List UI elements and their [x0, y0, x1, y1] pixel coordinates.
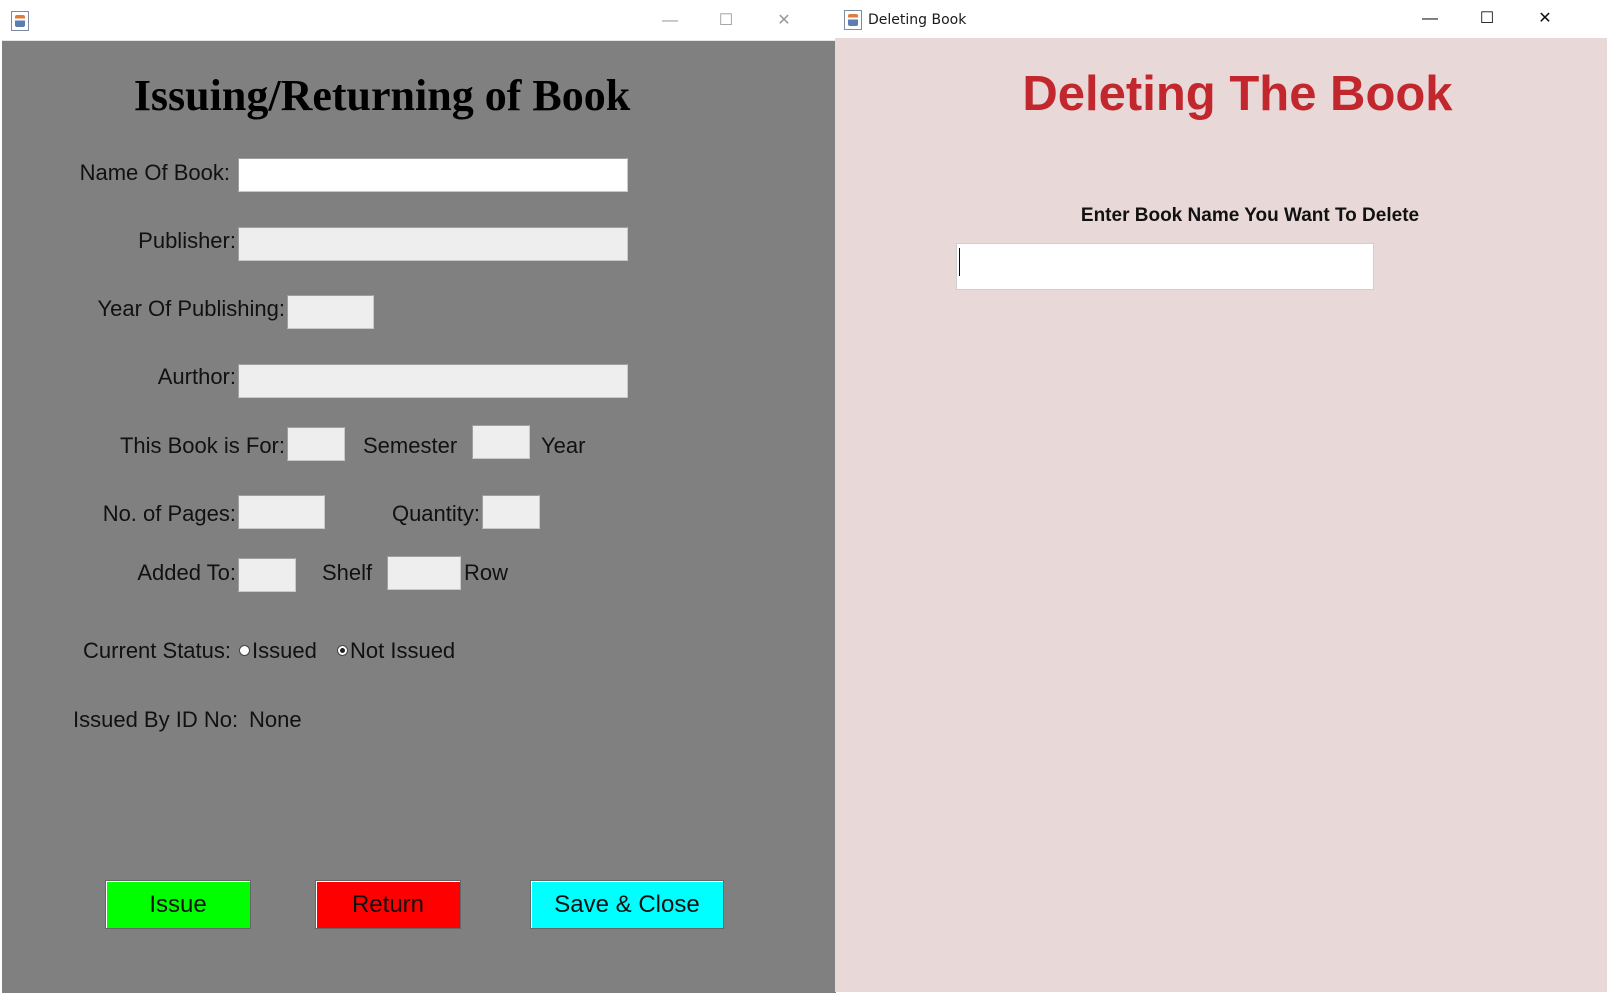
issued-by-value: None [249, 707, 302, 732]
issuing-returning-window: — ☐ ✕ Issuing/Returning of Book Name Of … [2, 2, 836, 993]
this-book-for-label: This Book is For: [119, 433, 285, 458]
issued-radio-label[interactable]: Issued [252, 638, 317, 664]
pages-input[interactable] [238, 495, 325, 529]
issued-by-label: Issued By ID No: [73, 707, 239, 732]
author-label: Aurthor: [157, 364, 236, 389]
issue-button[interactable]: Issue [105, 880, 251, 929]
close-icon[interactable]: ✕ [768, 8, 800, 34]
semester-label: Semester [363, 433, 458, 458]
book-name-input[interactable] [956, 243, 1374, 290]
java-app-icon [11, 11, 29, 31]
close-icon[interactable]: ✕ [1529, 6, 1561, 32]
page-title: Issuing/Returning of Book [133, 71, 631, 120]
maximize-icon[interactable]: ☐ [710, 8, 742, 34]
java-app-icon [844, 10, 862, 30]
not-issued-radio[interactable] [337, 645, 348, 656]
quantity-input[interactable] [482, 495, 540, 529]
name-of-book-input[interactable] [238, 158, 628, 192]
publisher-input[interactable] [238, 227, 628, 261]
right-window-title: Deleting Book [868, 12, 967, 28]
issued-radio[interactable] [239, 645, 250, 656]
return-button[interactable]: Return [315, 880, 461, 929]
year-of-publishing-input[interactable] [287, 295, 374, 329]
not-issued-radio-label[interactable]: Not Issued [350, 638, 455, 664]
publisher-label: Publisher: [138, 228, 236, 253]
minimize-icon[interactable]: — [654, 8, 686, 34]
year-of-publishing-label: Year Of Publishing: [97, 296, 285, 321]
delete-prompt-label: Enter Book Name You Want To Delete [1080, 205, 1420, 226]
pages-label: No. of Pages: [102, 501, 236, 526]
added-to-input[interactable] [238, 558, 296, 592]
shelf-input[interactable] [387, 556, 461, 590]
save-close-button[interactable]: Save & Close [530, 880, 724, 929]
semester-input[interactable] [472, 425, 530, 459]
added-to-label: Added To: [137, 560, 236, 585]
maximize-icon[interactable]: ☐ [1471, 6, 1503, 32]
shelf-label: Shelf [322, 560, 373, 585]
this-book-for-input[interactable] [287, 427, 345, 461]
minimize-icon[interactable]: — [1414, 6, 1446, 32]
name-of-book-label: Name Of Book: [79, 160, 230, 185]
deleting-book-window: Deleting Book — ☐ ✕ Deleting The Book En… [835, 2, 1607, 992]
quantity-label: Quantity: [391, 501, 480, 526]
delete-page-title: Deleting The Book [1022, 67, 1453, 121]
row-label: Row [464, 560, 509, 585]
text-caret [959, 248, 960, 276]
left-window-titlebar[interactable]: — ☐ ✕ [2, 2, 836, 41]
author-input[interactable] [238, 364, 628, 398]
right-window-titlebar[interactable]: Deleting Book — ☐ ✕ [835, 2, 1607, 38]
year-label: Year [541, 433, 586, 458]
current-status-label: Current Status: [83, 638, 231, 663]
